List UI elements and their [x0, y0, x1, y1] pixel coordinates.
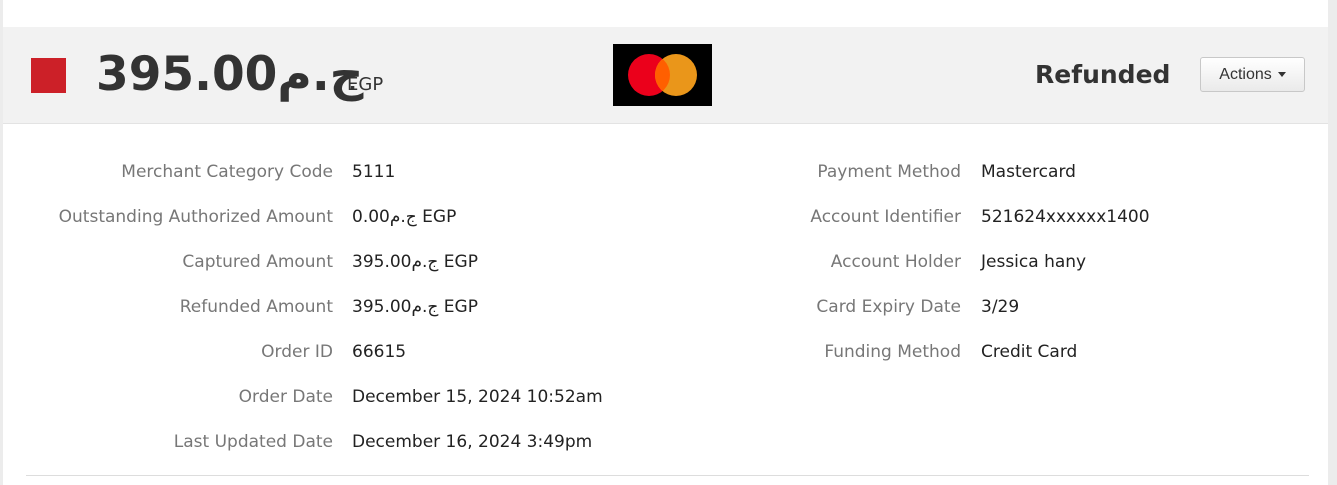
transaction-status: Refunded [1035, 60, 1171, 89]
section-divider [26, 475, 1309, 476]
detail-label: Card Expiry Date [816, 297, 961, 317]
transaction-panel: 395.00ج.م EGP Refunded Actions Merchant … [3, 27, 1328, 485]
top-strip [3, 0, 1328, 27]
detail-row: Order Date December 15, 2024 10:52am [6, 382, 706, 427]
mastercard-orange-circle [655, 54, 697, 96]
caret-down-icon [1277, 72, 1286, 77]
detail-row: Last Updated Date December 16, 2024 3:49… [6, 427, 706, 472]
currency-code: EGP [347, 74, 384, 95]
mastercard-logo-icon [613, 44, 712, 106]
detail-label: Account Holder [830, 252, 961, 272]
detail-row: Account Holder Jessica hany [3, 247, 1323, 292]
detail-value: 3/29 [981, 297, 1020, 317]
detail-label: Payment Method [817, 162, 961, 182]
detail-value: 521624xxxxxx1400 [981, 207, 1150, 227]
detail-row: Payment Method Mastercard [3, 157, 1323, 202]
details-right-column: Payment Method Mastercard Account Identi… [3, 157, 1323, 382]
actions-dropdown-button[interactable]: Actions [1200, 57, 1305, 92]
detail-value: December 16, 2024 3:49pm [352, 432, 593, 452]
transaction-amount: 395.00ج.م [96, 47, 364, 102]
transaction-header: 395.00ج.م EGP Refunded Actions [3, 27, 1328, 124]
detail-value: Credit Card [981, 342, 1078, 362]
detail-label: Funding Method [824, 342, 961, 362]
detail-value: Jessica hany [981, 252, 1087, 272]
detail-row: Card Expiry Date 3/29 [3, 292, 1323, 337]
detail-value: Mastercard [981, 162, 1076, 182]
status-indicator-icon [31, 58, 66, 93]
detail-label: Order Date [238, 387, 333, 407]
detail-label: Last Updated Date [173, 432, 333, 452]
actions-button-label: Actions [1219, 65, 1272, 83]
detail-value: December 15, 2024 10:52am [352, 387, 603, 407]
detail-label: Account Identifier [810, 207, 961, 227]
detail-row: Account Identifier 521624xxxxxx1400 [3, 202, 1323, 247]
detail-row: Funding Method Credit Card [3, 337, 1323, 382]
